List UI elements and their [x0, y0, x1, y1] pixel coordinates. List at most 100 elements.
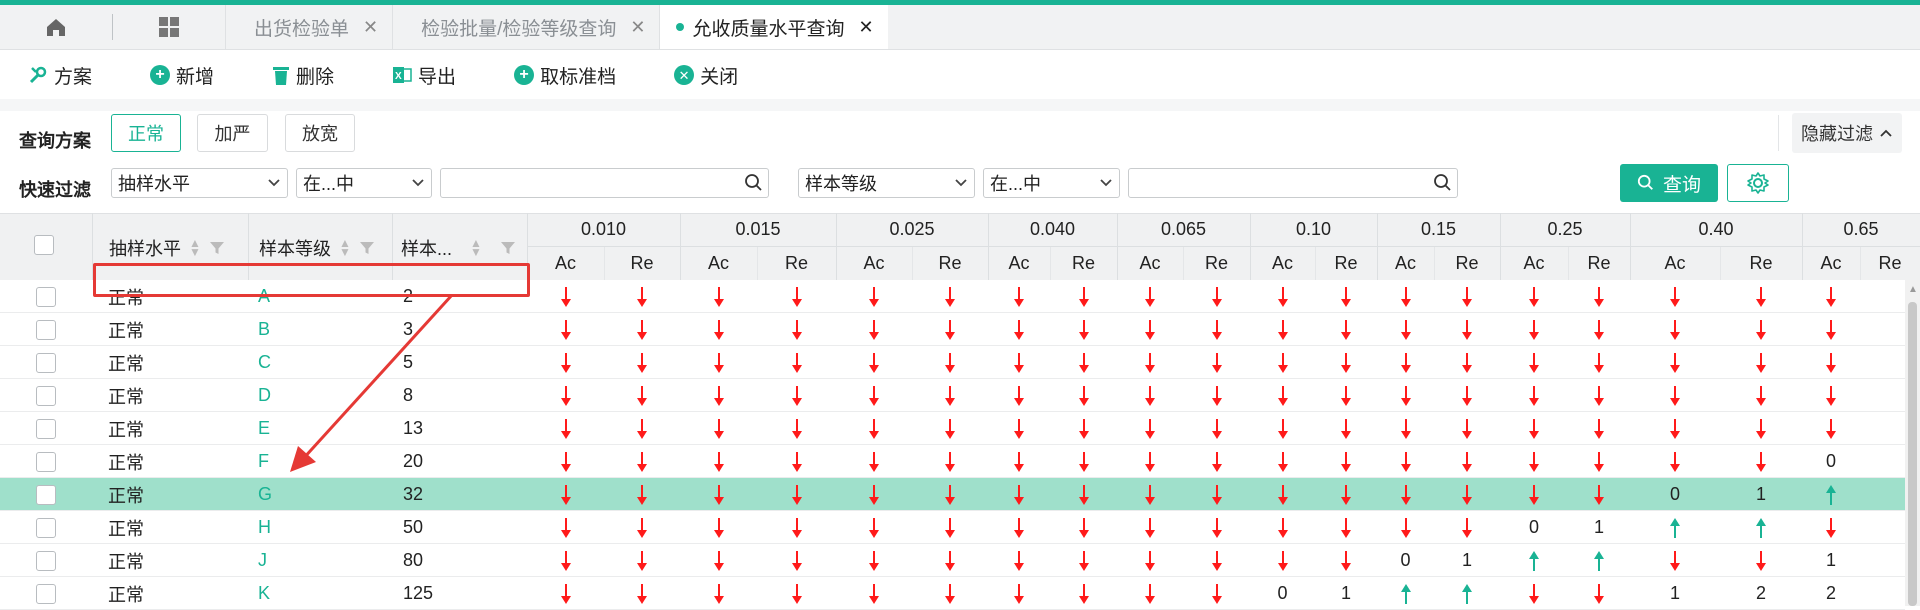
aql-header-0_065[interactable]: 0.065: [1117, 213, 1250, 246]
aql-header-0_40[interactable]: 0.40: [1630, 213, 1802, 246]
cell-sample-grade[interactable]: G: [258, 478, 272, 511]
cell-ac: [1377, 412, 1434, 445]
cell-re: [1315, 478, 1377, 511]
table-row[interactable]: 正常 J 80 0 1 1: [0, 544, 1905, 577]
aql-header-0_015[interactable]: 0.015: [680, 213, 836, 246]
hide-filter-button[interactable]: 隐藏过滤: [1792, 113, 1902, 153]
row-select-cell[interactable]: [36, 313, 56, 346]
cell-re: 1: [1315, 577, 1377, 610]
cell-ac: [1117, 313, 1183, 346]
header-select-all[interactable]: [34, 235, 54, 255]
export-button[interactable]: X 导出: [392, 62, 456, 89]
row-select-cell[interactable]: [36, 346, 56, 379]
table-row[interactable]: 正常 G 32 0 1: [0, 478, 1905, 511]
arrow-down-icon: [1462, 418, 1472, 439]
aql-header-0_25[interactable]: 0.25: [1500, 213, 1630, 246]
search-button[interactable]: 查询: [1620, 164, 1718, 202]
close-icon[interactable]: ✕: [859, 17, 874, 38]
sort-icon[interactable]: ▲ ▼: [470, 237, 482, 258]
aql-header-0_15[interactable]: 0.15: [1377, 213, 1500, 246]
settings-button[interactable]: [1727, 164, 1789, 202]
chip-tightened[interactable]: 加严: [197, 114, 268, 152]
filter-op-2-select[interactable]: 在...中: [983, 168, 1120, 198]
filter-field-2-select[interactable]: 样本等级: [798, 168, 975, 198]
filter-value-1-input[interactable]: [440, 168, 769, 198]
row-select-cell[interactable]: [36, 280, 56, 313]
aql-header-0_025[interactable]: 0.025: [836, 213, 988, 246]
header-re: Re: [1860, 247, 1920, 280]
cell-re: [1183, 445, 1250, 478]
row-checkbox[interactable]: [36, 352, 56, 373]
cell-sample-size: 50: [403, 517, 424, 537]
table-row[interactable]: 正常 H 50 0 1: [0, 511, 1905, 544]
row-select-cell[interactable]: [36, 511, 56, 544]
tab-batch-level-query[interactable]: 检验批量/检验等级查询 ✕: [392, 5, 659, 49]
chip-normal[interactable]: 正常: [111, 114, 181, 152]
delete-button[interactable]: 删除: [272, 62, 334, 89]
cell-ac: [836, 478, 912, 511]
arrow-down-icon: [1826, 385, 1836, 406]
cell-ac: [1500, 379, 1568, 412]
aql-header-0_10[interactable]: 0.10: [1250, 213, 1377, 246]
cell-sample-grade[interactable]: B: [258, 313, 270, 346]
close-button[interactable]: ✕ 关闭: [674, 62, 738, 89]
table-row[interactable]: 正常 K 125 0 1 1 2 2: [0, 577, 1905, 610]
cancel-standard-button[interactable]: + 取标准档: [514, 62, 616, 89]
row-checkbox[interactable]: [36, 451, 56, 472]
cell-sample-grade[interactable]: D: [258, 379, 271, 412]
filter-icon[interactable]: [209, 240, 225, 256]
arrow-down-icon: [1078, 484, 1089, 505]
cell-sample-grade[interactable]: F: [258, 445, 269, 478]
cell-sample-grade[interactable]: K: [258, 577, 270, 610]
tab-aql-query[interactable]: 允收质量水平查询 ✕: [659, 5, 888, 49]
filter-value-2-input[interactable]: [1128, 168, 1458, 198]
sort-icon[interactable]: ▲ ▼: [339, 237, 351, 258]
row-select-cell[interactable]: [36, 544, 56, 577]
vertical-scrollbar[interactable]: ▲: [1905, 280, 1920, 606]
aql-header-0_040[interactable]: 0.040: [988, 213, 1117, 246]
row-checkbox[interactable]: [36, 286, 56, 307]
cell-ac: [988, 511, 1050, 544]
cell-ac: [1117, 577, 1183, 610]
tab-outbound-inspection[interactable]: 出货检验单 ✕: [225, 5, 392, 49]
chip-reduced[interactable]: 放宽: [285, 114, 355, 152]
row-checkbox[interactable]: [36, 418, 56, 439]
sort-icon[interactable]: ▲ ▼: [189, 237, 201, 258]
scroll-up-icon[interactable]: ▲: [1908, 284, 1918, 295]
row-checkbox[interactable]: [36, 583, 56, 604]
row-select-cell[interactable]: [36, 412, 56, 445]
aql-header-0_65[interactable]: 0.65: [1802, 213, 1920, 246]
cell-sample-grade[interactable]: H: [258, 511, 271, 544]
row-checkbox[interactable]: [36, 484, 56, 505]
scheme-button[interactable]: 方案: [28, 62, 92, 89]
header-sample-grade[interactable]: 样本等级 ▲ ▼: [259, 235, 375, 261]
header-sampling-level[interactable]: 抽样水平 ▲ ▼: [109, 235, 225, 261]
filter-icon[interactable]: [359, 240, 375, 256]
filter-icon[interactable]: [500, 240, 516, 256]
apps-button[interactable]: [113, 5, 225, 49]
row-checkbox[interactable]: [36, 517, 56, 538]
scroll-thumb[interactable]: [1908, 302, 1917, 606]
cell-sample-grade[interactable]: J: [258, 544, 267, 577]
home-button[interactable]: [0, 5, 112, 49]
aql-header-0_010[interactable]: 0.010: [527, 213, 680, 246]
row-checkbox[interactable]: [36, 385, 56, 406]
cell-ac: [1250, 544, 1315, 577]
cell-sample-grade[interactable]: E: [258, 412, 270, 445]
cell-ac: [680, 346, 757, 379]
row-checkbox[interactable]: [36, 319, 56, 340]
row-checkbox[interactable]: [36, 550, 56, 571]
filter-field-1-select[interactable]: 抽样水平: [111, 168, 288, 198]
cell-sample-grade[interactable]: C: [258, 346, 271, 379]
close-icon[interactable]: ✕: [363, 17, 378, 38]
cell-ac: [836, 544, 912, 577]
row-select-cell[interactable]: [36, 577, 56, 610]
add-button[interactable]: + 新增: [150, 62, 214, 89]
row-select-cell[interactable]: [36, 379, 56, 412]
filter-op-1-select[interactable]: 在...中: [296, 168, 432, 198]
close-icon[interactable]: ✕: [630, 17, 645, 38]
row-select-cell[interactable]: [36, 478, 56, 511]
select-all-checkbox[interactable]: [34, 235, 54, 255]
row-select-cell[interactable]: [36, 445, 56, 478]
header-sample-size[interactable]: 样本... ▲ ▼: [401, 235, 516, 261]
